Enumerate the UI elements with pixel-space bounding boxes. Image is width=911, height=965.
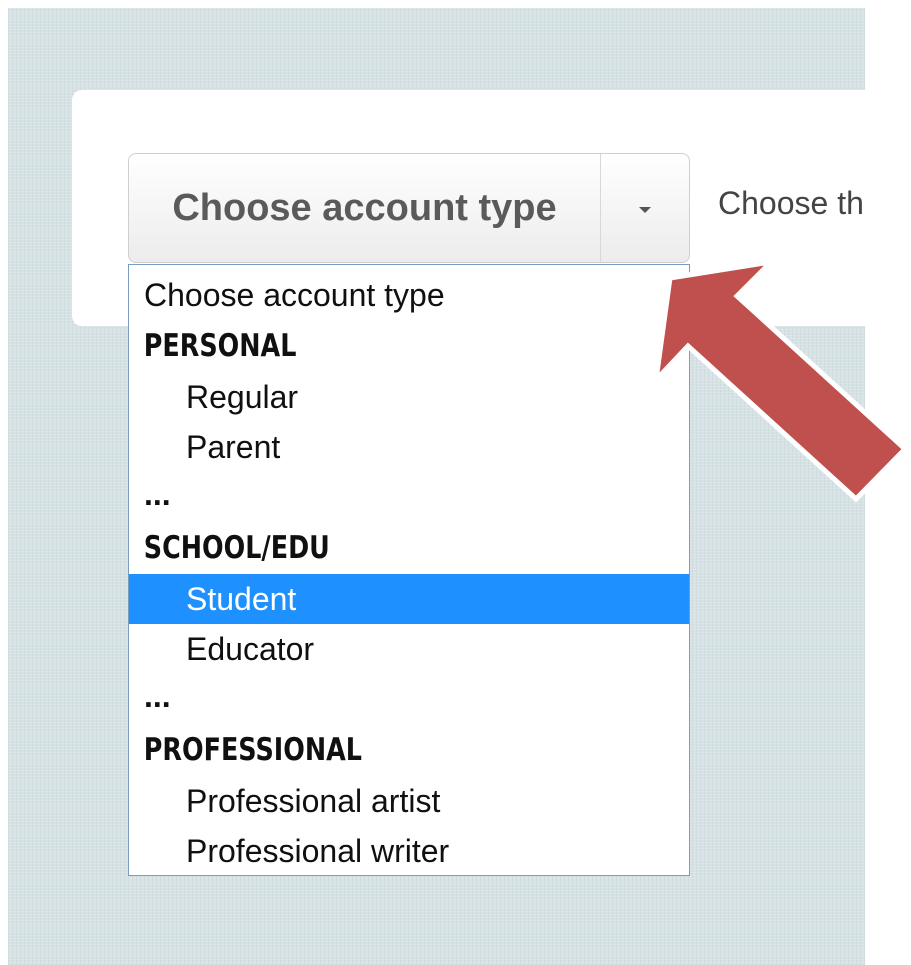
caret-down-icon xyxy=(639,207,651,213)
option-placeholder[interactable]: Choose account type xyxy=(129,265,689,321)
option-professional-writer[interactable]: Professional writer xyxy=(129,826,689,875)
screenshot-canvas: Choose account type Choose th Choose acc… xyxy=(0,0,911,965)
optgroup-personal: PERSONAL xyxy=(143,328,297,364)
account-type-button-label: Choose account type xyxy=(172,186,557,229)
option-student[interactable]: Student xyxy=(129,573,689,624)
account-type-button[interactable]: Choose account type xyxy=(129,154,601,262)
option-separator: ... xyxy=(144,475,171,512)
option-separator: ... xyxy=(144,677,171,714)
option-regular[interactable]: Regular xyxy=(129,372,689,423)
optgroup-professional: PROFESSIONAL xyxy=(143,732,362,768)
option-professional-artist[interactable]: Professional artist xyxy=(129,776,689,827)
optgroup-school-edu: SCHOOL/EDU xyxy=(143,530,330,566)
helper-text: Choose th xyxy=(718,185,864,221)
account-type-listbox[interactable]: Choose account type PERSONAL Regular Par… xyxy=(128,264,690,876)
account-type-toggle[interactable] xyxy=(601,154,689,262)
option-parent[interactable]: Parent xyxy=(129,422,689,473)
option-educator[interactable]: Educator xyxy=(129,624,689,675)
account-type-select[interactable]: Choose account type xyxy=(128,153,690,263)
